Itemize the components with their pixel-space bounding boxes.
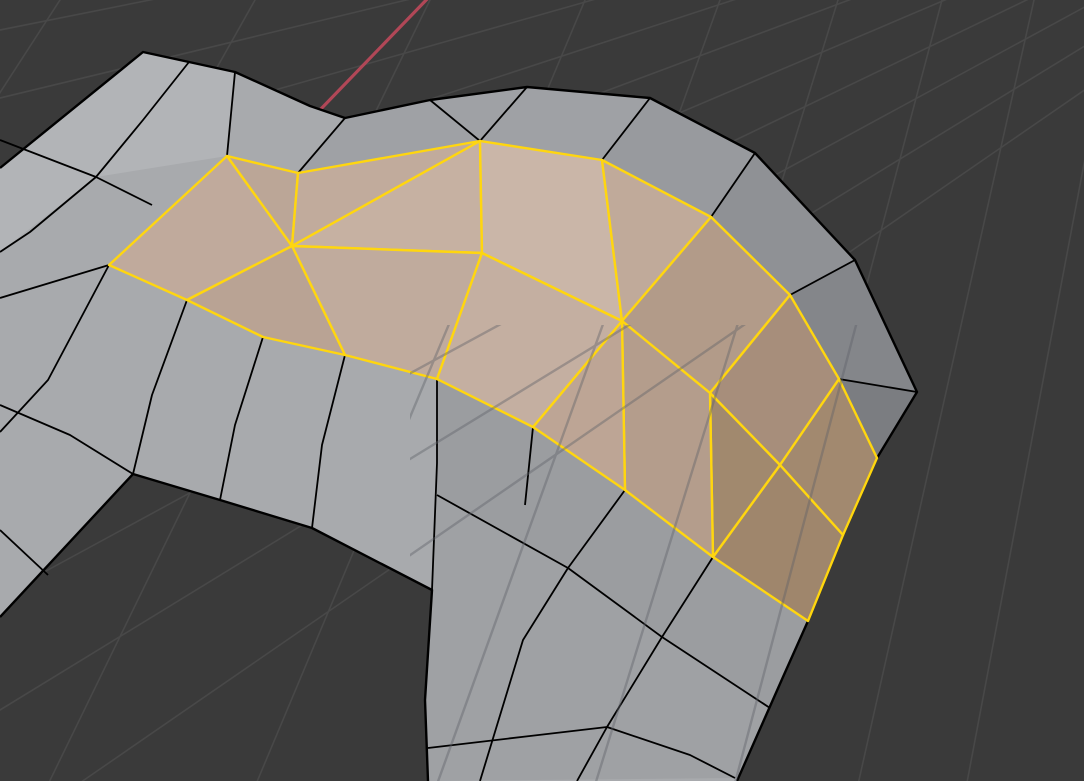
- scene-canvas: [0, 0, 1084, 781]
- 3d-viewport[interactable]: [0, 0, 1084, 781]
